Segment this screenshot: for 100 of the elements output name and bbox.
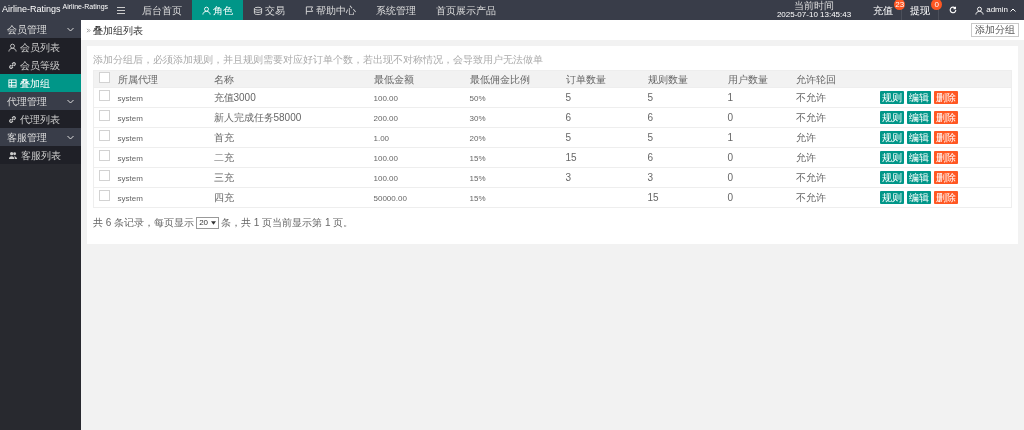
chevron-icon [67,26,74,32]
column-header: 最低佣金比例 [469,73,530,85]
checkbox[interactable] [99,130,111,141]
nav-tab[interactable]: 系统管理 [366,0,427,20]
table-cell: 200.00 [373,114,398,123]
sidebar-item[interactable]: 会员等级 [0,56,81,74]
table-cell: 5 [647,132,654,143]
sidebar-item[interactable]: 客服列表 [0,146,81,164]
action-button[interactable]: 编辑 [906,91,931,104]
column-header: 最低金额 [373,73,414,85]
sidebar-group[interactable]: 代理管理 [0,92,81,110]
list-icon [8,78,17,88]
delete-button[interactable]: 删除 [933,151,958,164]
action-button[interactable]: 规则 [879,171,904,184]
flag-icon [305,5,315,15]
page-size-select[interactable]: 20 [196,216,220,229]
table-cell: 5 [647,92,654,103]
table-cell: 15% [469,194,486,203]
sidebar-item[interactable]: 会员列表 [0,38,81,56]
table-cell: 1 [727,92,734,103]
breadcrumb: 叠加组列表 [93,23,143,38]
chevron-icon [67,98,74,104]
users-icon [8,150,18,160]
table-cell: 新人完成任务58000 [213,112,302,123]
checkbox[interactable] [99,150,111,161]
action-button[interactable]: 规则 [879,151,904,164]
column-header: 用户数量 [727,73,768,85]
user-icon [975,5,985,15]
action-button[interactable]: 编辑 [906,131,931,144]
checkbox[interactable] [99,190,111,201]
table-cell: 6 [565,112,572,123]
column-header: 允许轮回 [795,73,836,85]
checkbox[interactable] [99,170,111,181]
sidebar-group[interactable]: 客服管理 [0,128,81,146]
table-cell: 首充 [213,132,234,143]
header-link[interactable]: 提现 [910,2,931,18]
chevron-icon [67,134,74,140]
table-cell: 0 [727,112,734,123]
nav-tab[interactable]: 首页展示产品 [426,0,507,20]
link-icon [8,60,17,70]
table-cell: system [117,194,143,203]
column-header: 订单数量 [565,73,606,85]
caret-icon [211,220,217,225]
table-cell: system [117,134,143,143]
logo-title: Airline-Ratings [2,3,61,17]
table-cell: 50000.00 [373,194,407,203]
sidebar-group[interactable]: 会员管理 [0,20,81,38]
table-cell: 1 [727,132,734,143]
table-cell: 6 [647,152,654,163]
count-badge: 23 [894,0,906,10]
sidebar-item[interactable]: 代理列表 [0,110,81,128]
table-cell: 15% [469,174,486,183]
nav-tab[interactable]: 交易 [243,0,296,20]
table-cell: 允许 [795,132,816,143]
table-cell: 0 [727,152,734,163]
table-cell: 不允许 [795,112,826,123]
nav-tab[interactable]: 帮助中心 [295,0,367,20]
table-cell: 充值3000 [213,92,256,103]
checkbox[interactable] [99,90,111,101]
table-cell: 6 [647,112,654,123]
nav-tab[interactable]: 后台首页 [132,0,193,20]
table-cell: 三充 [213,172,234,183]
user-icon [8,42,17,52]
action-button[interactable]: 规则 [879,111,904,124]
column-header: 规则数量 [647,73,688,85]
table-cell: 100.00 [373,94,398,103]
nav-tab[interactable]: 角色 [192,0,244,20]
user-menu[interactable]: admin [967,0,1024,20]
column-header: 所属代理 [117,73,158,85]
table-cell: 四充 [213,192,234,203]
delete-button[interactable]: 删除 [933,111,958,124]
table-cell: system [117,174,143,183]
action-button[interactable]: 规则 [879,91,904,104]
hint-text: 添加分组后，必须添加规则，并且规则需要对应好订单个数，若出现不对称情况，会导致用户无法做单 [93,53,544,67]
add-group-button[interactable]: 添加分组 [971,23,1019,37]
table-cell: 不允许 [795,172,826,183]
table-cell: 50% [469,94,486,103]
column-header: 名称 [213,73,234,85]
action-button[interactable]: 规则 [879,131,904,144]
action-button[interactable]: 编辑 [906,191,931,204]
sidebar-item[interactable]: 叠加组 [0,74,81,92]
delete-button[interactable]: 删除 [933,91,958,104]
checkbox[interactable] [99,71,111,83]
delete-button[interactable]: 删除 [933,131,958,144]
table-cell: system [117,154,143,163]
table-cell: 3 [565,172,572,183]
action-button[interactable]: 编辑 [906,171,931,184]
coins-icon [253,5,264,15]
checkbox[interactable] [99,110,111,121]
action-button[interactable]: 编辑 [906,151,931,164]
header-link[interactable]: 充值 [873,2,894,18]
table-cell: 30% [469,114,486,123]
time-label: 当前时间 [794,1,835,11]
delete-button[interactable]: 删除 [933,191,958,204]
action-button[interactable]: 规则 [879,191,904,204]
action-button[interactable]: 编辑 [906,111,931,124]
pager-text: 共 6 条记录，每页显示 [93,216,195,230]
table-cell: 允许 [795,152,816,163]
chevron-icon [86,27,91,33]
delete-button[interactable]: 删除 [933,171,958,184]
